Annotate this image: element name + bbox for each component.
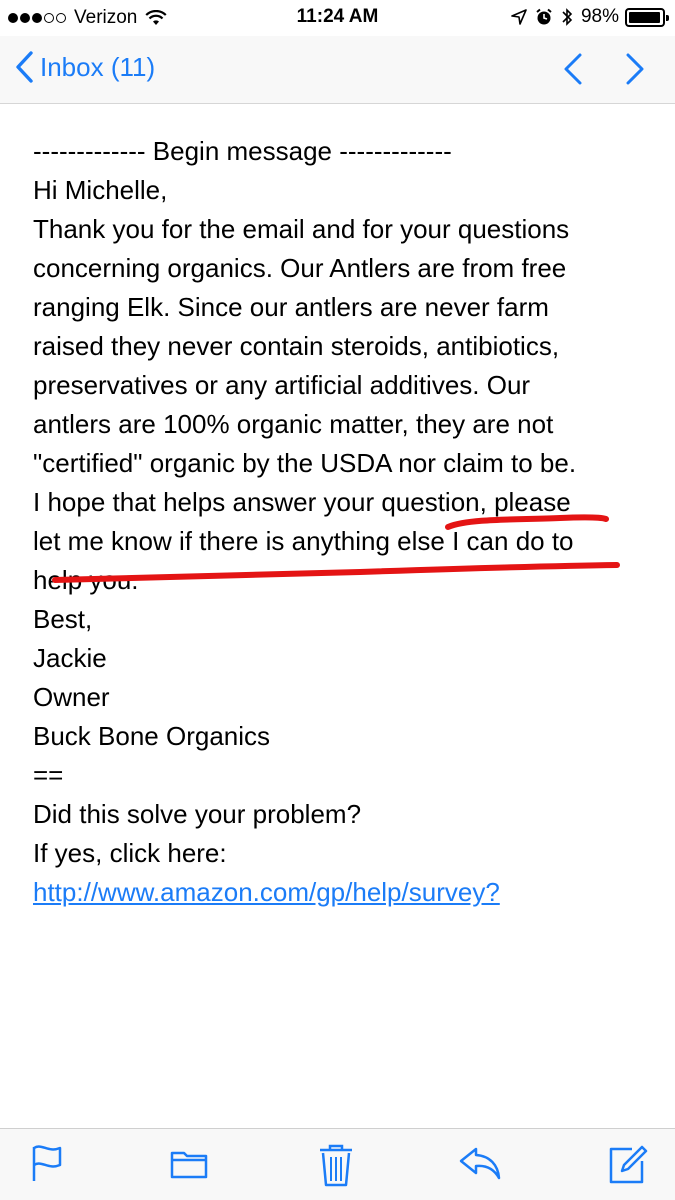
signature-company: Buck Bone Organics bbox=[33, 721, 271, 751]
flag-icon[interactable] bbox=[30, 1143, 64, 1183]
greeting: Hi Michelle, bbox=[33, 175, 168, 205]
battery-icon bbox=[625, 7, 669, 27]
signature-title: Owner bbox=[33, 682, 110, 712]
status-bar: Verizon 11:24 AM 98% bbox=[0, 0, 675, 36]
signature-name: Jackie bbox=[33, 643, 107, 673]
trash-icon[interactable] bbox=[318, 1143, 354, 1187]
body-line: ranging Elk. Since our antlers are never… bbox=[33, 292, 549, 322]
back-to-inbox-button[interactable]: Inbox (11) bbox=[14, 50, 155, 84]
body-line: I hope that helps answer your question, … bbox=[33, 487, 571, 517]
location-icon bbox=[511, 9, 527, 25]
next-message-button[interactable] bbox=[620, 52, 648, 86]
survey-link[interactable]: http://www.amazon.com/gp/help/survey? bbox=[33, 873, 653, 912]
chevron-left-icon bbox=[16, 51, 33, 83]
status-right: 98% bbox=[503, 6, 669, 28]
bottom-toolbar bbox=[0, 1128, 675, 1200]
folder-icon[interactable] bbox=[170, 1143, 208, 1183]
body-line: concerning organics. Our Antlers are fro… bbox=[33, 253, 567, 283]
body-line: antlers are 100% organic matter, they ar… bbox=[33, 409, 554, 439]
signoff: Best, bbox=[33, 604, 93, 634]
navigation-bar: Inbox (11) bbox=[0, 36, 675, 104]
body-line: Thank you for the email and for your que… bbox=[33, 214, 570, 244]
body-line: preservatives or any artificial additive… bbox=[33, 370, 531, 400]
alarm-icon bbox=[536, 8, 552, 25]
message-body: ------------- Begin message ------------… bbox=[33, 132, 653, 912]
body-line: let me know if there is anything else I … bbox=[33, 526, 574, 556]
begin-message-line: ------------- Begin message ------------… bbox=[33, 136, 452, 166]
battery-level-fill bbox=[629, 11, 661, 23]
reply-icon[interactable] bbox=[458, 1143, 502, 1183]
separator: == bbox=[33, 760, 64, 790]
previous-message-button[interactable] bbox=[560, 52, 588, 86]
body-line: raised they never contain steroids, anti… bbox=[33, 331, 560, 361]
body-line: help you. bbox=[33, 565, 139, 595]
battery-percent: 98% bbox=[580, 6, 619, 27]
body-line: "certified" organic by the USDA nor clai… bbox=[33, 448, 577, 478]
compose-icon[interactable] bbox=[608, 1143, 648, 1185]
bluetooth-icon bbox=[562, 8, 573, 26]
survey-prompt: If yes, click here: bbox=[33, 838, 227, 868]
survey-question: Did this solve your problem? bbox=[33, 799, 362, 829]
back-button-label: Inbox (11) bbox=[40, 51, 156, 82]
